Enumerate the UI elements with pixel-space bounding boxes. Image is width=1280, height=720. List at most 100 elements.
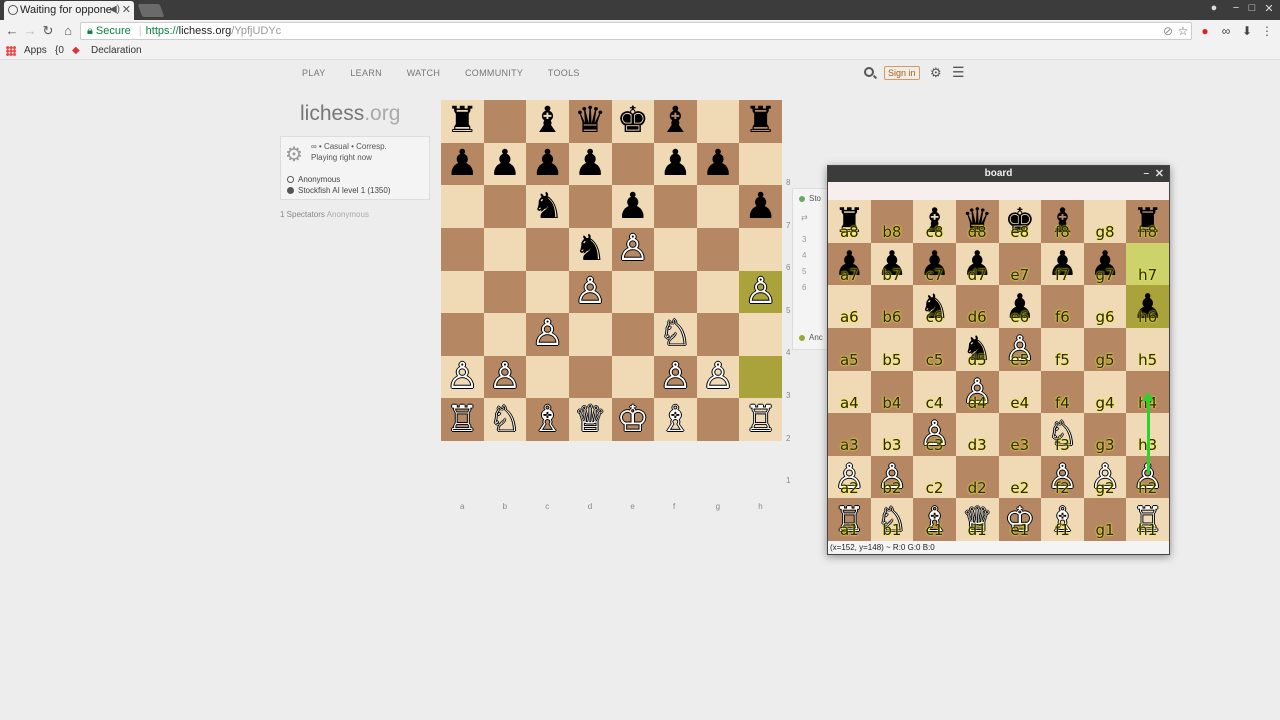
annotated-square[interactable]: ♜ h8	[1126, 200, 1169, 243]
board-square[interactable]: ♜	[441, 100, 484, 143]
board-square[interactable]: ♝	[654, 100, 697, 143]
board-square[interactable]: ♙	[696, 355, 740, 399]
annotated-square[interactable]: f6	[1041, 285, 1084, 328]
annotated-square[interactable]: c4	[913, 370, 956, 414]
board-square[interactable]: ♝	[526, 100, 569, 143]
board-window[interactable]: board – ✕ ♜ a8 b8 ♝ c8 ♛ d8 ♚ e8 ♝ f8 g8 ♜ h8 ♟ a7 ♟ b7 ♟ c…	[827, 165, 1170, 555]
annotated-square[interactable]: ♔ e1	[998, 498, 1042, 541]
board-square[interactable]	[441, 227, 484, 271]
annotated-board[interactable]: ♜ a8 b8 ♝ c8 ♛ d8 ♚ e8 ♝ f8 g8 ♜ h8 ♟ a7 ♟ b7 ♟ c7 ♟ d7 e7 ♟ f7 ♟…	[828, 200, 1169, 541]
board-square[interactable]: ♙	[568, 270, 612, 314]
board-square[interactable]	[441, 270, 484, 314]
annotated-square[interactable]: ♙ a2	[828, 455, 871, 499]
site-logo[interactable]: lichess.org	[300, 102, 400, 126]
minimize-window-button[interactable]: −	[1228, 2, 1244, 14]
maximize-window-button[interactable]: □	[1244, 2, 1260, 14]
annotated-square[interactable]: e2	[998, 455, 1042, 499]
audio-icon[interactable]: ◀)	[109, 4, 120, 15]
chess-piece[interactable]: ♖	[745, 401, 777, 438]
annotated-square[interactable]: a4	[828, 370, 871, 414]
annotated-square[interactable]: b8	[870, 200, 914, 243]
annotated-square[interactable]: g8	[1083, 200, 1127, 243]
bookmark-apps[interactable]: Apps	[24, 45, 47, 56]
annotated-square[interactable]: ♙ e5	[998, 327, 1042, 371]
chess-piece[interactable]: ♔	[617, 401, 649, 438]
chrome-menu-icon[interactable]: ⋮	[1259, 24, 1275, 38]
profile-icon[interactable]: ●	[1206, 2, 1222, 14]
annotated-square[interactable]: h5	[1126, 327, 1169, 371]
nav-learn[interactable]: LEARN	[350, 68, 382, 78]
annotated-square[interactable]: d6	[955, 285, 999, 328]
bookmark-declaration[interactable]: Declaration	[91, 45, 142, 56]
annotated-square[interactable]: a3	[828, 413, 871, 456]
annotated-square[interactable]: ♝ c8	[913, 200, 956, 243]
board-square[interactable]	[526, 270, 569, 314]
reload-icon[interactable]: ↻	[40, 23, 56, 39]
annotated-square[interactable]: ♟ g7	[1083, 242, 1127, 286]
chess-piece[interactable]: ♟	[702, 145, 734, 182]
board-square[interactable]	[611, 142, 655, 186]
chess-piece[interactable]: ♗	[531, 401, 563, 438]
annotated-square[interactable]: ♟ b7	[870, 242, 914, 286]
annotated-square[interactable]: b5	[870, 327, 914, 371]
annotated-square[interactable]: ♗ f1	[1041, 498, 1084, 541]
download-extension-icon[interactable]: ⬇	[1239, 24, 1255, 38]
board-square[interactable]	[654, 270, 697, 314]
search-icon[interactable]	[864, 67, 874, 77]
board-square[interactable]: ♚	[611, 100, 655, 143]
board-square[interactable]	[696, 398, 740, 441]
board-square[interactable]	[696, 100, 740, 143]
nav-tools[interactable]: TOOLS	[548, 68, 580, 78]
chess-piece[interactable]: ♜	[446, 103, 478, 139]
board-square[interactable]: ♞	[568, 227, 612, 271]
board-square[interactable]: ♞	[526, 185, 569, 228]
new-tab-button[interactable]	[137, 4, 165, 17]
chess-piece[interactable]: ♟	[617, 188, 649, 225]
board-square[interactable]: ♟	[696, 142, 740, 186]
annotated-square[interactable]: ♟ a7	[828, 242, 871, 286]
annotated-square[interactable]: g1	[1083, 498, 1127, 541]
chess-piece[interactable]: ♜	[745, 103, 777, 139]
chess-piece[interactable]: ♝	[659, 103, 691, 139]
annotated-square[interactable]: ♟ d7	[955, 242, 999, 286]
bookmark-json[interactable]: {0	[55, 45, 64, 56]
chess-piece[interactable]: ♟	[659, 145, 691, 182]
annotated-square[interactable]: d2	[955, 455, 999, 499]
board-square[interactable]: ♙	[441, 355, 484, 399]
board-square[interactable]: ♙	[483, 355, 527, 399]
board-square[interactable]: ♟	[483, 142, 527, 186]
board-square[interactable]	[483, 270, 527, 314]
board-square[interactable]	[611, 355, 655, 399]
annotated-square[interactable]: ♖ a1	[828, 498, 871, 541]
board-square[interactable]: ♕	[568, 398, 612, 441]
annotated-square[interactable]: ♞ d5	[955, 327, 999, 371]
chess-piece[interactable]: ♙	[659, 359, 691, 395]
board-square[interactable]	[696, 270, 740, 314]
annotated-square[interactable]: ♗ c1	[913, 498, 956, 541]
opera-extension-icon[interactable]: ●	[1197, 24, 1213, 38]
chess-piece[interactable]: ♙	[446, 359, 478, 395]
board-square[interactable]	[568, 313, 612, 356]
chess-piece[interactable]: ♙	[489, 359, 521, 395]
board-square[interactable]	[568, 355, 612, 399]
white-player[interactable]: Anonymous	[287, 175, 340, 184]
chess-piece[interactable]: ♟	[574, 145, 606, 182]
forward-icon[interactable]: →	[22, 23, 38, 38]
window-minimize-icon[interactable]: –	[1143, 166, 1149, 182]
annotated-square[interactable]: ♜ a8	[828, 200, 871, 243]
chess-piece[interactable]: ♘	[489, 401, 521, 438]
annotated-square[interactable]: ♛ d8	[955, 200, 999, 243]
board-square[interactable]	[696, 185, 740, 228]
annotated-square[interactable]: g5	[1083, 327, 1127, 371]
board-square[interactable]	[526, 227, 569, 271]
annotated-square[interactable]: ♙ g2	[1083, 455, 1127, 499]
home-icon[interactable]: ⌂	[60, 23, 76, 38]
chess-piece[interactable]: ♗	[659, 401, 691, 438]
chess-piece[interactable]: ♛	[574, 103, 606, 139]
annotated-square[interactable]: ♙ f2	[1041, 455, 1084, 499]
board-square[interactable]: ♟	[611, 185, 655, 228]
chess-piece[interactable]: ♕	[574, 401, 606, 438]
chess-piece[interactable]: ♟	[745, 188, 777, 225]
board-square[interactable]: ♔	[611, 398, 655, 441]
board-square[interactable]	[483, 185, 527, 228]
